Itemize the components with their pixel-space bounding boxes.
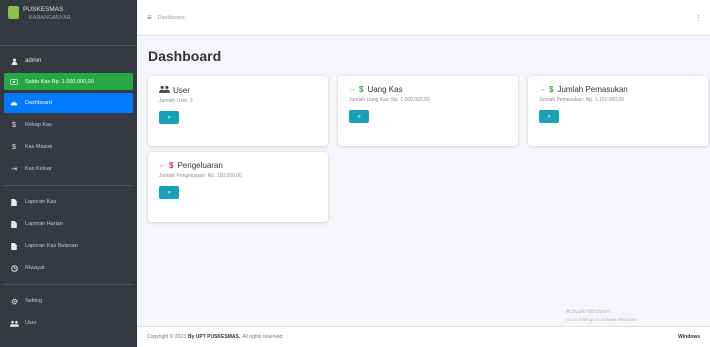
brand-logo-icon [8, 6, 19, 19]
dollar-icon: $ [169, 161, 174, 170]
sidebar-item-label: Kas Keluar [25, 166, 52, 172]
brand-title: PUSKESMAS [23, 6, 64, 13]
gear-icon [9, 298, 19, 305]
sidebar-item-setting[interactable]: Setting [4, 291, 133, 311]
sidebar-user[interactable]: admin [0, 52, 137, 70]
card-title: Pengeluaran [177, 161, 223, 170]
card-subtitle: Jumlah User: 3 [159, 98, 193, 104]
sidebar-item-kas-keluar[interactable]: ⇥ Kas Keluar [4, 159, 133, 179]
card-detail-button[interactable]: » [159, 186, 179, 199]
sidebar-item-laporan-harian[interactable]: Laporan Harian [4, 214, 133, 234]
dollar-icon: $ [359, 85, 364, 94]
report-icon [9, 220, 19, 228]
report-icon [9, 242, 19, 250]
dollar-icon: $ [12, 143, 16, 151]
sidebar-divider [4, 185, 133, 186]
footer-copyright: Copyright © 2023 [147, 334, 186, 340]
dollar-icon: $ [549, 85, 554, 94]
nav-link-dashboard[interactable]: Dashboard [158, 15, 185, 21]
card-title: Jumlah Pemasukan [557, 85, 628, 94]
top-navbar: ≡ Dashboard ⋮ [137, 0, 710, 36]
sidebar-item-label: Kas Masuk [25, 144, 53, 150]
dollar-icon: $ [12, 121, 16, 129]
arrow-left-icon: ← [159, 162, 166, 169]
users-icon [159, 85, 170, 95]
user-icon [9, 57, 19, 65]
arrow-right-icon: → [539, 86, 546, 93]
sidebar-item-label: Dashboard [25, 100, 52, 106]
hamburger-icon[interactable]: ≡ [147, 13, 152, 22]
nav-settings: Setting User [0, 291, 137, 333]
sidebar-item-label: Laporan Harian [25, 221, 63, 227]
card-subtitle: Jumlah Pengeluaran: Rp. 150.000,00 [159, 173, 242, 179]
card-subtitle: Jumlah Uang Kas: Rp. 1.000.000,00 [349, 97, 430, 103]
brand[interactable]: PUSKESMAS KARANGANYAR [0, 0, 137, 46]
sidebar-item-label: Laporan Kas [25, 199, 57, 205]
footer-right: Windows [678, 334, 700, 340]
sidebar-user-name: admin [25, 58, 42, 64]
sidebar-item-kas-masuk[interactable]: $ Kas Masuk [4, 137, 133, 157]
footer: Copyright © 2023 By UPT PUSKESMAS. All r… [137, 326, 710, 347]
balance-text: Saldo Kas Rp. 1.000.000,00 [25, 78, 94, 85]
sidebar-item-label: Rekap Kas [25, 122, 52, 128]
card-detail-button[interactable]: » [539, 110, 559, 123]
brand-subtitle: KARANGANYAR [29, 15, 71, 21]
sidebar-item-rekap-kas[interactable]: $ Rekap Kas [4, 115, 133, 135]
arrow-right-icon: → [349, 86, 356, 93]
sidebar-item-laporan-bulanan[interactable]: Laporan Kas Bulanan [4, 236, 133, 256]
card-title: Uang Kas [367, 85, 403, 94]
sidebar: PUSKESMAS KARANGANYAR admin Saldo Kas Rp… [0, 0, 137, 347]
sidebar-item-label: Setting [25, 298, 43, 304]
sidebar-item-user[interactable]: User [4, 313, 133, 333]
footer-rights: All rights reserved. [242, 334, 284, 340]
dashboard-icon [9, 100, 19, 106]
card-detail-button[interactable]: » [159, 111, 179, 124]
footer-by[interactable]: By UPT PUSKESMAS. [188, 334, 240, 340]
more-icon[interactable]: ⋮ [695, 14, 702, 22]
card-subtitle: Jumlah Pemasukan: Rp. 1.150.000,00 [539, 97, 625, 103]
card-title: User [173, 85, 190, 95]
activate-windows-watermark: Activate Windows Go to Settings to activ… [566, 309, 638, 322]
cash-out-icon: ⇥ [11, 166, 17, 173]
nav-main: Dashboard $ Rekap Kas $ Kas Masuk ⇥ Kas … [0, 90, 137, 179]
sidebar-item-dashboard[interactable]: Dashboard [4, 93, 133, 113]
card-uang-kas: → $ Uang Kas Jumlah Uang Kas: Rp. 1.000.… [338, 76, 518, 146]
sidebar-item-riwayat[interactable]: Riwayat [4, 258, 133, 278]
sidebar-item-label: Riwayat [25, 265, 45, 271]
main-content: Dashboard User Jumlah User: 3 » → $ Uang… [137, 36, 710, 326]
users-icon [9, 320, 19, 327]
money-icon [9, 78, 19, 85]
card-detail-button[interactable]: » [349, 110, 369, 123]
sidebar-item-label: User [25, 320, 37, 326]
page-title: Dashboard [148, 48, 222, 64]
history-icon [9, 264, 19, 272]
balance-badge[interactable]: Saldo Kas Rp. 1.000.000,00 [4, 73, 133, 90]
card-pengeluaran: ← $ Pengeluaran Jumlah Pengeluaran: Rp. … [148, 152, 328, 222]
sidebar-item-label: Laporan Kas Bulanan [25, 243, 78, 249]
sidebar-item-laporan-kas[interactable]: Laporan Kas [4, 192, 133, 212]
sidebar-divider [4, 284, 133, 285]
card-user: User Jumlah User: 3 » [148, 76, 328, 146]
nav-reports: Laporan Kas Laporan Harian Laporan Kas B… [0, 192, 137, 278]
card-jumlah-pemasukan: → $ Jumlah Pemasukan Jumlah Pemasukan: R… [528, 76, 708, 146]
report-icon [9, 198, 19, 206]
